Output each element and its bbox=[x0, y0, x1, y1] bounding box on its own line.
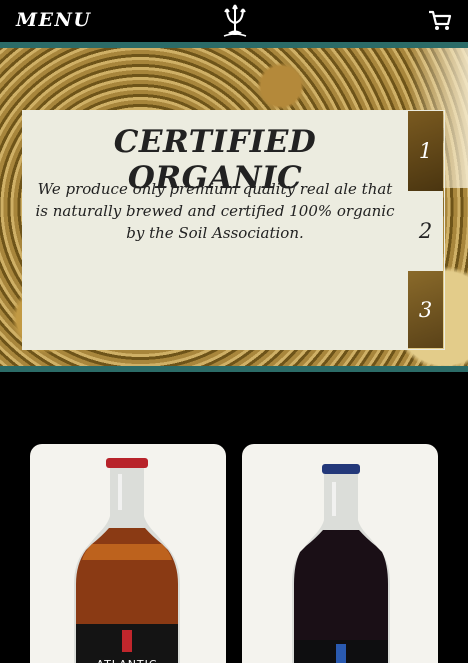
svg-text:ATLANTIC: ATLANTIC bbox=[96, 658, 157, 663]
stout-bottle-image bbox=[292, 464, 390, 663]
slide-tab-1[interactable]: 1 bbox=[408, 111, 443, 191]
ale-bottle-image: ATLANTIC bbox=[74, 458, 180, 663]
slide-tab-3[interactable]: 3 bbox=[408, 271, 443, 348]
hero-description: We produce only premium quality real ale… bbox=[35, 180, 395, 242]
menu-button[interactable]: MENU bbox=[16, 9, 91, 31]
site-header: MENU bbox=[0, 0, 468, 42]
cart-icon[interactable] bbox=[428, 10, 452, 32]
hero-slider: CERTIFIED ORGANIC We produce only premiu… bbox=[0, 48, 468, 366]
slide-navigation: 1 2 3 bbox=[407, 110, 445, 350]
trident-logo-icon[interactable] bbox=[222, 3, 248, 39]
hero-divider bbox=[0, 366, 468, 372]
product-card-1[interactable]: ATLANTIC bbox=[30, 444, 226, 663]
slide-tab-2[interactable]: 2 bbox=[408, 191, 443, 271]
hero-card: CERTIFIED ORGANIC We produce only premiu… bbox=[22, 110, 408, 350]
product-card-2[interactable] bbox=[242, 444, 438, 663]
